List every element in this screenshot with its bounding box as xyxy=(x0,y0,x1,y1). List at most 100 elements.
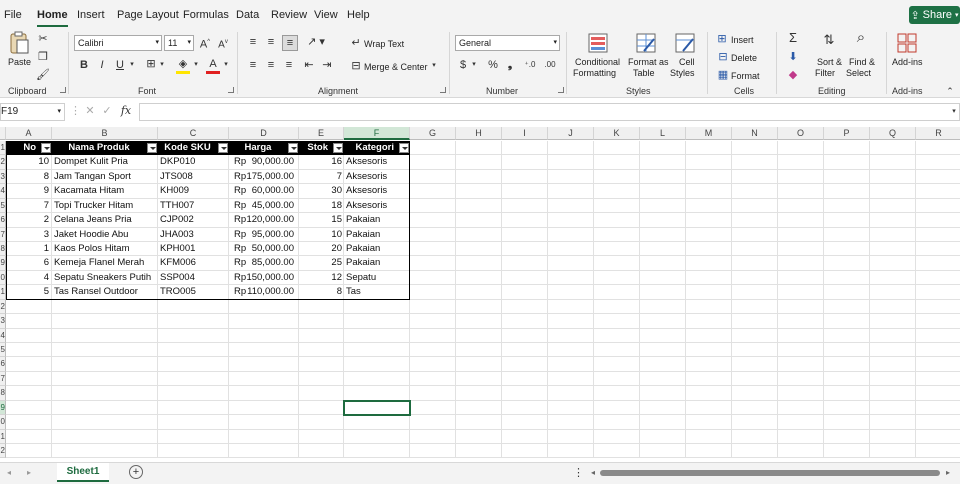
column-header-f[interactable]: F xyxy=(344,127,410,140)
fill-color-icon[interactable]: ◈ xyxy=(176,57,190,74)
row-header[interactable]: 0 xyxy=(0,415,6,430)
align-center-icon[interactable]: ≡ xyxy=(264,58,278,72)
row-header[interactable]: 2 xyxy=(0,444,6,459)
cell-styles-icon[interactable] xyxy=(675,33,695,53)
row-header[interactable]: 1 xyxy=(0,429,6,445)
chevron-down-icon[interactable]: ▾ xyxy=(192,58,200,72)
format-as-table-label-2[interactable]: Table xyxy=(633,68,655,78)
tab-insert[interactable]: Insert xyxy=(77,9,105,21)
format-painter-icon[interactable]: 🖌 xyxy=(36,68,50,82)
add-sheet-icon[interactable]: + xyxy=(129,465,143,479)
wrap-text-button[interactable]: Wrap Text xyxy=(364,39,404,49)
align-right-icon[interactable]: ≡ xyxy=(282,58,296,72)
sort-filter-label-2[interactable]: Filter xyxy=(815,68,835,78)
worksheet-grid[interactable]: ABCDEFGHIJKLMNOPQR1234567890123456789012… xyxy=(0,127,960,462)
column-header-r[interactable]: R xyxy=(916,127,960,140)
tab-page-layout[interactable]: Page Layout xyxy=(117,9,179,21)
column-header-p[interactable]: P xyxy=(824,127,870,140)
row-header[interactable]: 7 xyxy=(0,371,6,387)
cancel-icon[interactable]: ✕ xyxy=(84,104,96,118)
font-family-select[interactable]: Calibri ▾ xyxy=(74,35,162,51)
scroll-right-icon[interactable]: ▸ xyxy=(943,466,953,480)
row-header[interactable]: 6 xyxy=(0,357,6,372)
add-ins-icon[interactable] xyxy=(896,32,918,54)
column-header-k[interactable]: K xyxy=(594,127,640,140)
row-header[interactable]: 2 xyxy=(0,299,6,315)
sheet-tab-sheet1[interactable]: Sheet1 xyxy=(57,463,109,482)
conditional-formatting-icon[interactable] xyxy=(588,33,608,53)
find-select-label-2[interactable]: Select xyxy=(846,68,871,78)
font-launcher[interactable] xyxy=(228,87,234,93)
sort-filter-icon[interactable]: ⇅ xyxy=(818,33,840,47)
fill-icon[interactable]: ⬇ xyxy=(786,50,800,64)
comma-style-icon[interactable]: ❟ xyxy=(504,58,516,72)
orientation-icon[interactable]: ↗ ▾ xyxy=(305,35,327,49)
insert-button[interactable]: Insert xyxy=(731,35,754,45)
bold-icon[interactable]: B xyxy=(78,58,90,72)
column-header-n[interactable]: N xyxy=(732,127,778,140)
tab-view[interactable]: View xyxy=(314,9,338,21)
align-top-icon[interactable]: ≡ xyxy=(246,35,260,49)
add-ins-label[interactable]: Add-ins xyxy=(892,57,923,67)
column-header-l[interactable]: L xyxy=(640,127,686,140)
number-format-select[interactable]: General ▾ xyxy=(455,35,560,51)
conditional-formatting-label-2[interactable]: Formatting xyxy=(573,68,616,78)
cell-styles-label-2[interactable]: Styles xyxy=(670,68,695,78)
tab-formulas[interactable]: Formulas xyxy=(183,9,229,21)
share-button[interactable]: ⇪ Share ▾ xyxy=(909,6,960,24)
paste-button[interactable] xyxy=(8,30,30,56)
tab-file[interactable]: File xyxy=(4,9,22,21)
align-middle-icon[interactable]: ≡ xyxy=(264,35,278,49)
italic-icon[interactable]: I xyxy=(96,58,108,72)
tab-home[interactable]: Home xyxy=(37,9,68,27)
tab-help[interactable]: Help xyxy=(347,9,370,21)
column-header-a[interactable]: A xyxy=(6,127,52,140)
copy-icon[interactable]: ❐ xyxy=(36,50,50,64)
selected-cell[interactable] xyxy=(343,399,411,417)
column-header-d[interactable]: D xyxy=(229,127,299,140)
row-header[interactable]: 5 xyxy=(0,343,6,358)
increase-decimal-icon[interactable]: ⁺.0 xyxy=(522,58,538,72)
more-icon[interactable]: ⋮ xyxy=(573,466,584,480)
decrease-font-icon[interactable]: Av xyxy=(216,35,230,52)
autosum-icon[interactable]: Σ xyxy=(786,31,800,45)
column-header-m[interactable]: M xyxy=(686,127,732,140)
insert-function-button[interactable]: fx xyxy=(118,104,134,118)
increase-font-icon[interactable]: A^ xyxy=(198,35,212,52)
delete-button[interactable]: Delete xyxy=(731,53,757,63)
column-header-c[interactable]: C xyxy=(158,127,229,140)
chevron-down-icon[interactable]: ▾ xyxy=(158,58,166,72)
scroll-left-icon[interactable]: ◂ xyxy=(588,466,598,480)
clear-icon[interactable]: ◆ xyxy=(786,68,800,82)
percent-icon[interactable]: % xyxy=(486,58,500,72)
column-header-g[interactable]: G xyxy=(410,127,456,140)
format-as-table-icon[interactable] xyxy=(636,33,656,53)
chevron-down-icon[interactable]: ▾ xyxy=(128,58,136,72)
font-color-icon[interactable]: A xyxy=(206,57,220,74)
cut-icon[interactable]: ✂ xyxy=(36,32,50,46)
borders-icon[interactable]: ⊞ xyxy=(144,57,158,71)
column-header-b[interactable]: B xyxy=(52,127,158,140)
number-launcher[interactable] xyxy=(558,87,564,93)
row-header[interactable]: 8 xyxy=(0,386,6,401)
column-header-o[interactable]: O xyxy=(778,127,824,140)
column-header-j[interactable]: J xyxy=(548,127,594,140)
expand-formula-bar-icon[interactable]: ▾ xyxy=(950,105,958,119)
row-header[interactable]: 4 xyxy=(0,328,6,343)
formula-input[interactable] xyxy=(139,103,960,121)
find-select-icon[interactable]: ⌕ xyxy=(850,30,872,45)
tab-data[interactable]: Data xyxy=(236,9,259,21)
row-header[interactable]: 9 xyxy=(0,400,6,416)
merge-center-button[interactable]: Merge & Center xyxy=(364,62,428,72)
column-header-q[interactable]: Q xyxy=(870,127,916,140)
currency-icon[interactable]: $ xyxy=(456,58,470,72)
align-left-icon[interactable]: ≡ xyxy=(246,58,260,72)
format-button[interactable]: Format xyxy=(731,71,760,81)
chevron-down-icon[interactable]: ▾ xyxy=(222,58,230,72)
column-header-h[interactable]: H xyxy=(456,127,502,140)
scroll-right-icon[interactable]: ▸ xyxy=(24,466,34,480)
decrease-decimal-icon[interactable]: .00 xyxy=(542,58,558,72)
column-header-e[interactable]: E xyxy=(299,127,344,140)
chevron-down-icon[interactable]: ▾ xyxy=(470,58,478,72)
align-bottom-icon[interactable]: ≡ xyxy=(282,35,298,51)
